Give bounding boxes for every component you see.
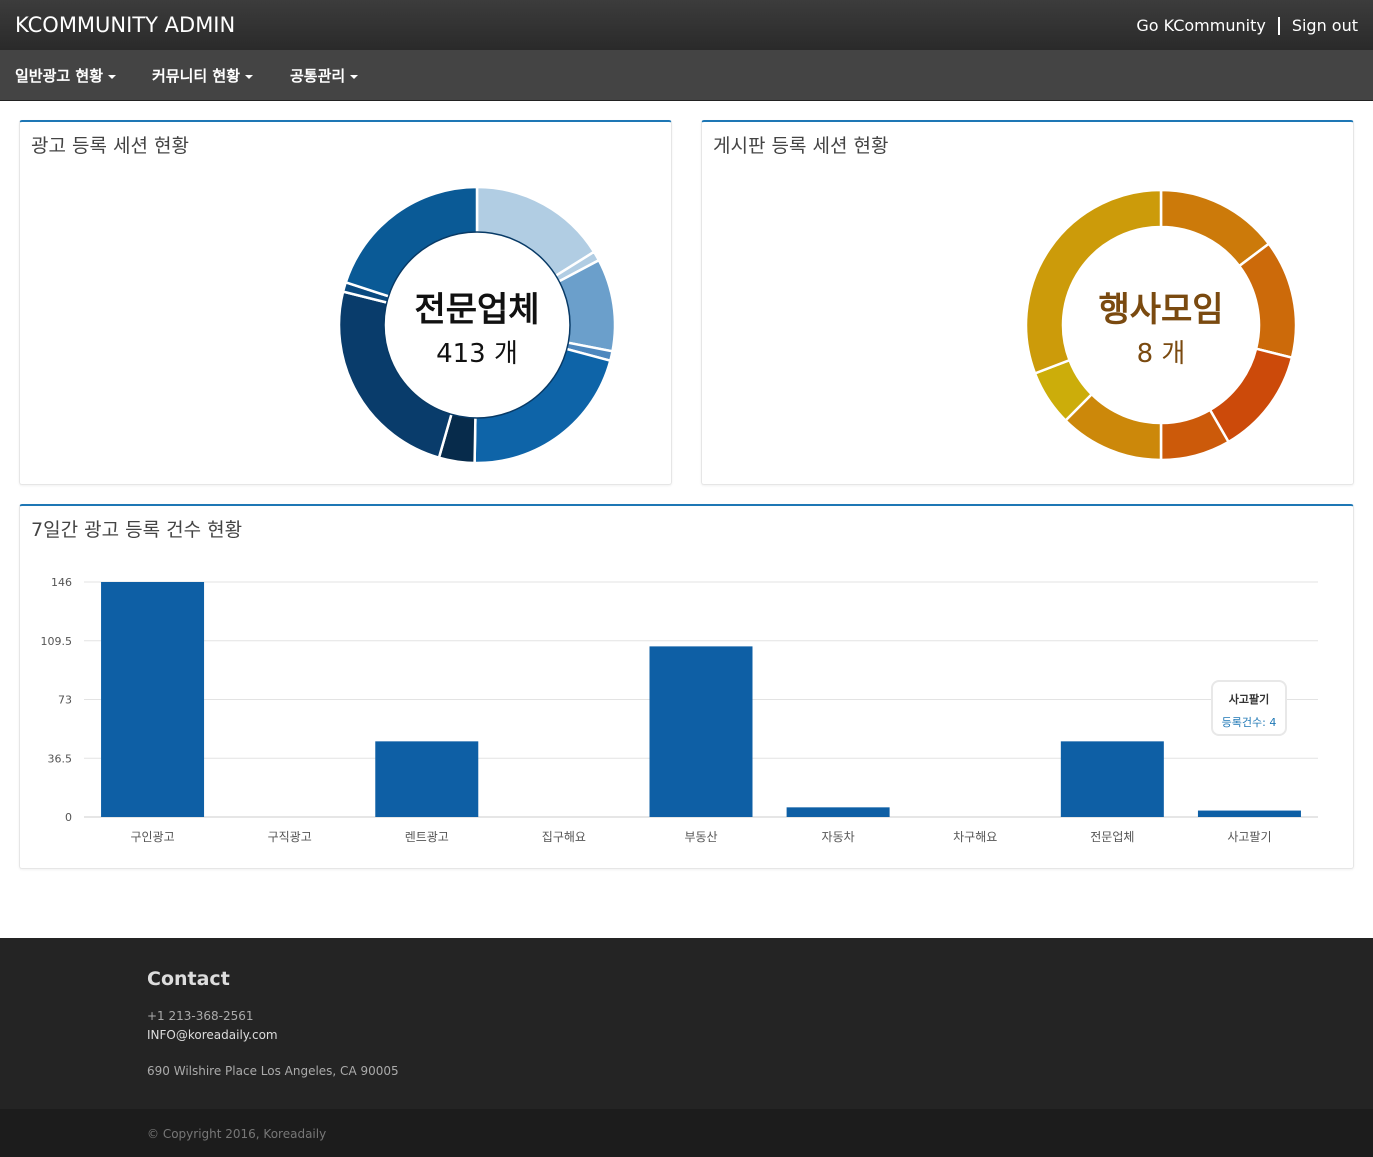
tooltip-value: 등록건수: 4 <box>1221 716 1277 729</box>
x-tick-label: 부동산 <box>684 830 717 844</box>
y-tick-label: 146 <box>51 576 72 589</box>
footer-phone: +1 213-368-2561 <box>147 1009 254 1023</box>
bar-5[interactable] <box>786 807 890 817</box>
footer <box>0 938 1373 1109</box>
footer-copyright: © Copyright 2016, Koreadaily <box>147 1127 327 1141</box>
footer-address: 690 Wilshire Place Los Angeles, CA 90005 <box>147 1064 399 1078</box>
bar-0[interactable] <box>101 582 205 817</box>
y-tick-label: 36.5 <box>48 752 73 765</box>
x-tick-label: 전문업체 <box>1090 830 1134 844</box>
x-tick-label: 사고팔기 <box>1227 830 1271 844</box>
tooltip-title: 사고팔기 <box>1228 693 1270 706</box>
bar-tooltip: 사고팔기 등록건수: 4 <box>1211 680 1287 736</box>
y-tick-label: 73 <box>58 694 72 707</box>
bar-8[interactable] <box>1197 810 1301 817</box>
y-tick-label: 0 <box>65 811 72 824</box>
bar-2[interactable] <box>375 741 479 817</box>
bar-7[interactable] <box>1060 741 1164 817</box>
x-tick-label: 차구해요 <box>953 830 997 844</box>
footer-email-link[interactable]: INFO@koreadaily.com <box>147 1028 278 1042</box>
x-tick-label: 자동차 <box>822 830 855 844</box>
x-tick-label: 렌트광고 <box>405 830 449 844</box>
bar-4[interactable] <box>649 646 753 817</box>
x-tick-label: 구직광고 <box>268 830 312 844</box>
y-tick-label: 109.5 <box>41 635 73 648</box>
weekly-ads-bar-chart: 146 109.5 73 36.5 0 구인광고 구직광고 렌트광고 집구해요 부동산 자동차 차구해… <box>41 576 1318 844</box>
x-tick-label: 구인광고 <box>130 830 174 844</box>
x-tick-label: 집구해요 <box>542 830 586 844</box>
footer-contact-title: Contact <box>147 968 230 990</box>
